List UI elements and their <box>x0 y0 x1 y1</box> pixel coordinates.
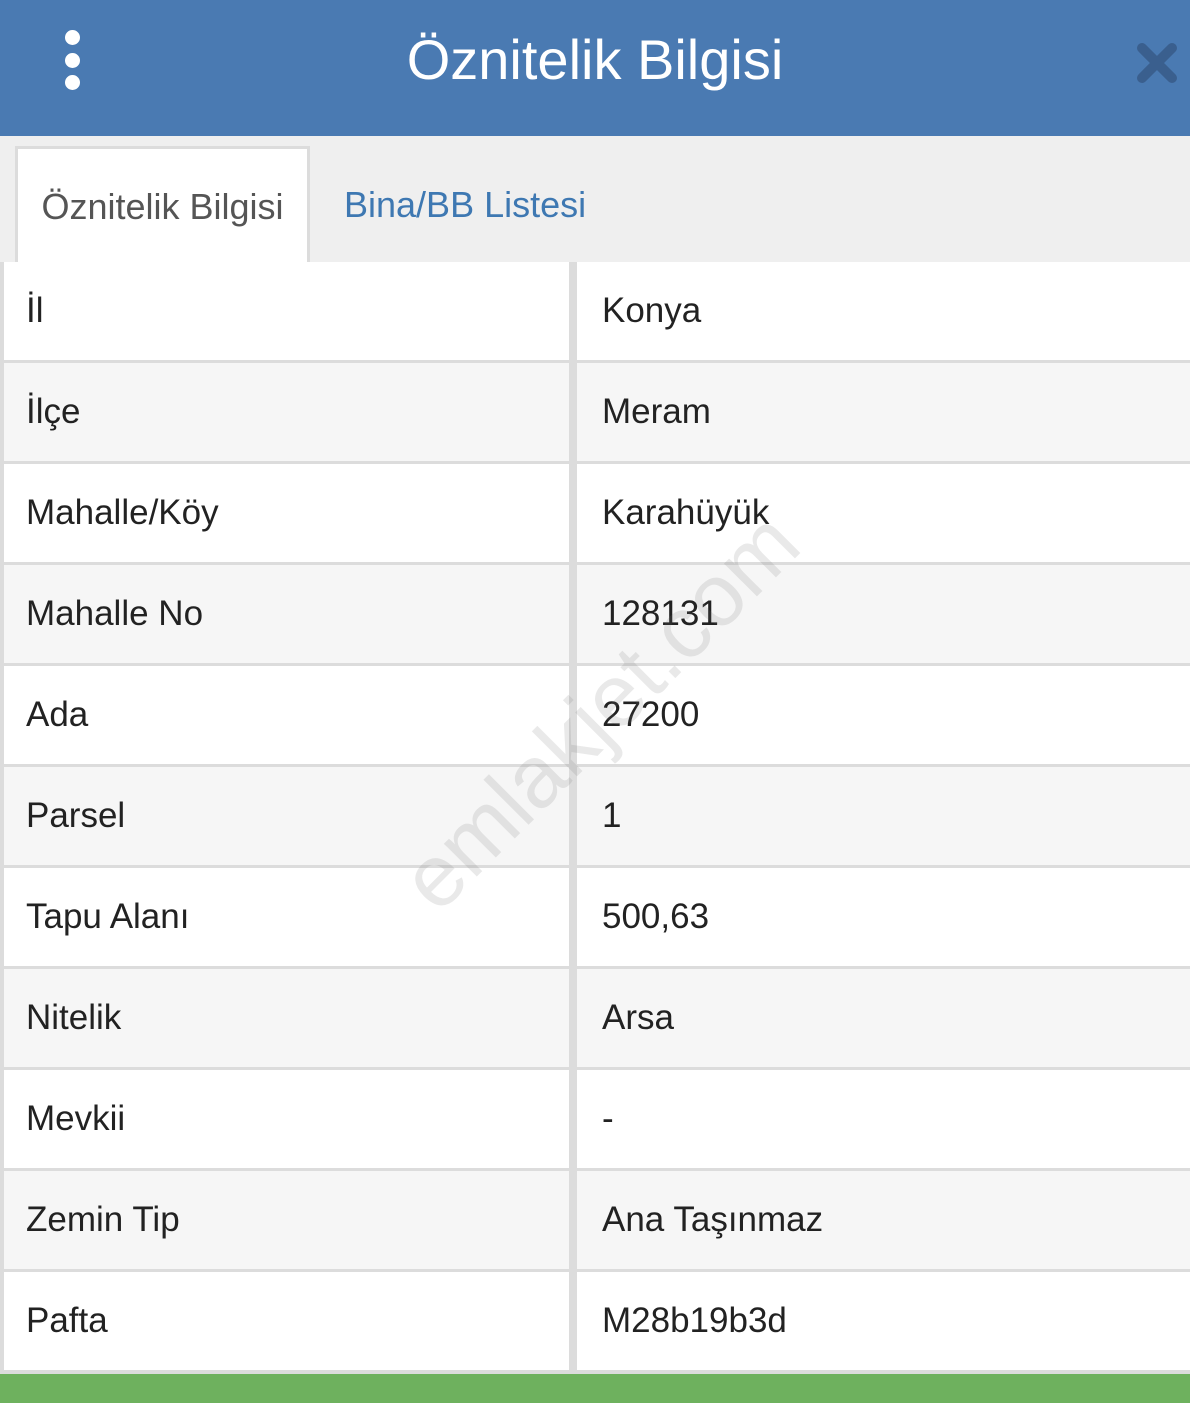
row-label: Pafta <box>4 1272 573 1370</box>
row-label: Parsel <box>4 767 573 865</box>
row-value: 128131 <box>577 565 1190 663</box>
row-value: Meram <box>577 363 1190 461</box>
row-value: 500,63 <box>577 868 1190 966</box>
attribute-table: İl Konya İlçe Meram Mahalle/Köy Karahüyü… <box>0 262 1190 1374</box>
table-row: Parsel 1 <box>4 767 1190 868</box>
row-label: Nitelik <box>4 969 573 1067</box>
table-row: İl Konya <box>4 262 1190 363</box>
table-row: Tapu Alanı 500,63 <box>4 868 1190 969</box>
page-title: Öznitelik Bilgisi <box>406 28 784 91</box>
close-icon[interactable] <box>1132 38 1182 88</box>
row-label: Zemin Tip <box>4 1171 573 1269</box>
table-row: Nitelik Arsa <box>4 969 1190 1070</box>
row-value: Konya <box>577 262 1190 360</box>
table-row: Mahalle/Köy Karahüyük <box>4 464 1190 565</box>
tab-bina-bb-listesi[interactable]: Bina/BB Listesi <box>344 181 586 229</box>
row-value: 27200 <box>577 666 1190 764</box>
row-value: - <box>577 1070 1190 1168</box>
table-row: İlçe Meram <box>4 363 1190 464</box>
row-value: Arsa <box>577 969 1190 1067</box>
row-label: Mahalle No <box>4 565 573 663</box>
row-label: Ada <box>4 666 573 764</box>
table-row: Ada 27200 <box>4 666 1190 767</box>
row-label: Mahalle/Köy <box>4 464 573 562</box>
row-value: M28b19b3d <box>577 1272 1190 1370</box>
header-bar: Öznitelik Bilgisi <box>0 0 1190 136</box>
tab-oznitelik-bilgisi[interactable]: Öznitelik Bilgisi <box>15 146 310 266</box>
row-label: İl <box>4 262 573 360</box>
table-row: Mevkii - <box>4 1070 1190 1171</box>
row-label: Tapu Alanı <box>4 868 573 966</box>
table-row: Pafta M28b19b3d <box>4 1272 1190 1373</box>
table-row: Mahalle No 128131 <box>4 565 1190 666</box>
row-label: İlçe <box>4 363 573 461</box>
row-label: Mevkii <box>4 1070 573 1168</box>
table-row: Zemin Tip Ana Taşınmaz <box>4 1171 1190 1272</box>
tab-bar: Öznitelik Bilgisi Bina/BB Listesi <box>0 136 1190 266</box>
row-value: Ana Taşınmaz <box>577 1171 1190 1269</box>
bottom-accent-bar <box>0 1374 1190 1403</box>
row-value: 1 <box>577 767 1190 865</box>
row-value: Karahüyük <box>577 464 1190 562</box>
